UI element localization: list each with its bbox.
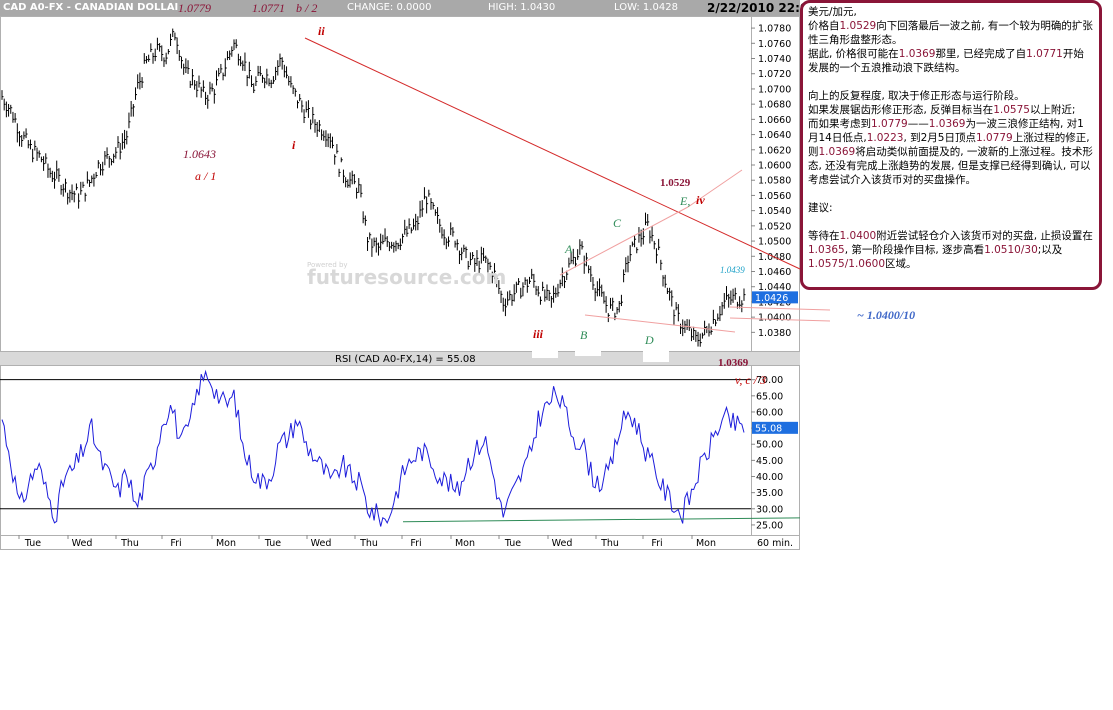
price-y-tick-label: 1.0640 xyxy=(758,130,791,141)
label-iii: iii xyxy=(533,327,544,341)
analysis-paragraph-6: 建议: xyxy=(808,202,833,214)
rsi-y-tick-label: 60.00 xyxy=(756,407,783,418)
x-tick-label: Tue xyxy=(264,538,281,549)
rsi-panel-frame xyxy=(0,365,800,536)
label-patch xyxy=(575,338,601,356)
label-a1: a / 1 xyxy=(195,169,217,183)
rsi-y-tick-label: 65.00 xyxy=(756,391,783,402)
x-tick-label: Fri xyxy=(410,538,421,549)
label-target-1.0400: ~ 1.0400/10 xyxy=(857,308,916,322)
label-b2: b / 2 xyxy=(296,1,318,15)
x-tick-label: Fri xyxy=(170,538,181,549)
label-ii: ii xyxy=(318,24,325,38)
price-y-tick-label: 1.0760 xyxy=(758,39,791,50)
rsi-y-tick-label: 35.00 xyxy=(756,488,783,499)
x-tick-label: Mon xyxy=(455,538,475,549)
price-y-tick-label: 1.0660 xyxy=(758,115,791,126)
x-tick-label: Mon xyxy=(696,538,716,549)
rsi-y-tick-label: 50.00 xyxy=(756,440,783,451)
x-tick-label: Wed xyxy=(311,538,332,549)
rsi-y-tick-label: 45.00 xyxy=(756,456,783,467)
analysis-paragraph-2: 据此, 价格很可能在1.0369那里, 已经完成了自1.0771开始发展的一个五… xyxy=(808,48,1084,74)
rsi-y-tick-label: 30.00 xyxy=(756,504,783,515)
x-tick-label: Thu xyxy=(359,538,378,549)
price-y-tick-label: 1.0400 xyxy=(758,313,791,324)
x-tick-label: Fri xyxy=(651,538,662,549)
last-price-label: 1.0426 xyxy=(755,293,788,304)
label-wave-D: D xyxy=(645,333,654,347)
price-y-tick-label: 1.0560 xyxy=(758,191,791,202)
x-tick-label: Wed xyxy=(552,538,573,549)
x-tick-label: Tue xyxy=(504,538,521,549)
price-y-tick-label: 1.0620 xyxy=(758,145,791,156)
low-readout: LOW: 1.0428 xyxy=(614,2,678,13)
price-y-tick-label: 1.0780 xyxy=(758,24,791,35)
x-tick-label: Mon xyxy=(216,538,236,549)
price-y-tick-label: 1.0720 xyxy=(758,69,791,80)
futuresource-watermark: Powered by futuresource.com xyxy=(307,261,506,289)
label-high-1.0771: 1.0771 xyxy=(252,1,285,15)
price-y-tick-label: 1.0500 xyxy=(758,237,791,248)
price-y-tick-label: 1.0580 xyxy=(758,176,791,187)
label-wave-E: E, xyxy=(680,194,691,208)
rsi-title: RSI (CAD A0-FX,14) = 55.08 xyxy=(335,354,476,365)
analysis-paragraph-1: 价格自1.0529向下回落最后一波之前, 有一个较为明确的扩张性三角形盘整形态。 xyxy=(808,20,1093,46)
label-wave-C: C xyxy=(613,216,622,230)
label-1.0369: 1.0369 xyxy=(718,357,749,369)
price-y-tick-label: 1.0380 xyxy=(758,328,791,339)
label-1.0439: 1.0439 xyxy=(720,265,745,275)
change-readout: CHANGE: 0.0000 xyxy=(347,2,432,13)
x-tick-label: 60 min. xyxy=(757,538,793,549)
price-y-tick-label: 1.0680 xyxy=(758,100,791,111)
price-y-tick-label: 1.0460 xyxy=(758,267,791,278)
price-y-tick-label: 1.0740 xyxy=(758,54,791,65)
label-wave-A: A xyxy=(565,242,573,256)
watermark-big: futuresource.com xyxy=(307,265,507,289)
rsi-y-tick-label: 40.00 xyxy=(756,472,783,483)
label-iv: iv xyxy=(696,193,705,207)
analysis-paragraph-3: 向上的反复程度, 取决于修正形态与运行阶段。 xyxy=(808,90,1025,102)
analysis-paragraph-7: 等待在1.0400附近尝试轻仓介入该货币对的买盘, 止损设置在1.0365, 第… xyxy=(808,230,1093,270)
rsi-y-tick-label: 25.00 xyxy=(756,520,783,531)
analysis-paragraph-4: 如果发展锯齿形修正形态, 反弹目标当在1.0575以上附近; xyxy=(808,104,1076,116)
label-wave-B: B xyxy=(580,328,588,342)
high-readout: HIGH: 1.0430 xyxy=(488,2,556,13)
label-1.0529: 1.0529 xyxy=(660,177,691,189)
analysis-paragraph-5: 而如果考虑到1.0779——1.0369为一波三浪修正结构, 对1月14日低点,… xyxy=(808,118,1093,186)
x-tick-label: Thu xyxy=(120,538,139,549)
rsi-value-label: 55.08 xyxy=(755,423,782,434)
analysis-title: 美元/加元, xyxy=(808,6,857,18)
label-1.0643: 1.0643 xyxy=(183,147,216,161)
x-tick-label: Thu xyxy=(600,538,619,549)
price-y-tick-label: 1.0540 xyxy=(758,206,791,217)
x-tick-label: Wed xyxy=(72,538,93,549)
label-i: i xyxy=(292,138,296,152)
x-tick-label: Tue xyxy=(24,538,41,549)
label-high-1.0779: 1.0779 xyxy=(178,1,211,15)
analysis-text-box: 美元/加元, 价格自1.0529向下回落最后一波之前, 有一个较为明确的扩张性三… xyxy=(800,0,1102,290)
chart-title: CAD A0-FX - CANADIAN DOLLAI xyxy=(3,2,179,13)
price-y-tick-label: 1.0600 xyxy=(758,161,791,172)
price-y-tick-label: 1.0520 xyxy=(758,221,791,232)
price-y-tick-label: 1.0700 xyxy=(758,84,791,95)
label-v-c3: v, c / 3 xyxy=(735,373,767,387)
